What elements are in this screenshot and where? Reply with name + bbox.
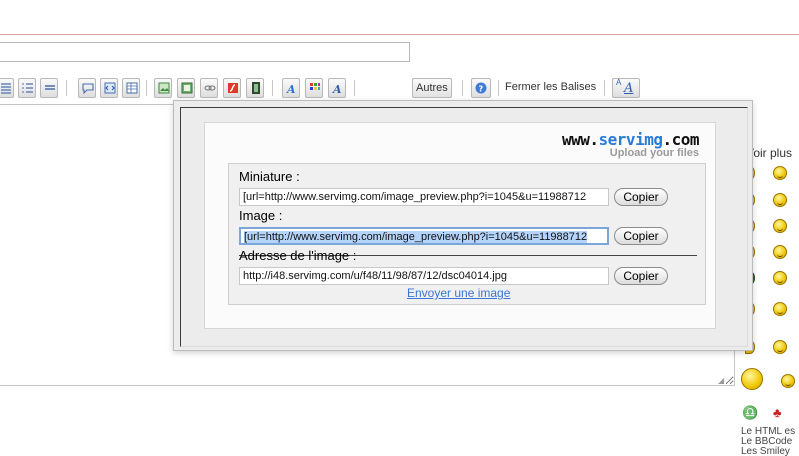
font-color-icon: A	[286, 83, 296, 94]
svg-text:?: ?	[479, 85, 484, 94]
insert-image-button[interactable]	[177, 78, 195, 98]
font-size-small-label: A	[616, 78, 622, 87]
toolbar-separator	[498, 80, 499, 96]
editor-toolbar: A A Autres ? Fermer les Balises A A	[0, 78, 660, 102]
upload-image-link[interactable]: Envoyer une image	[407, 286, 510, 300]
smiley-icon[interactable]	[741, 368, 763, 390]
toolbar-separator	[146, 80, 147, 96]
justify-icon	[1, 83, 11, 94]
link-icon	[204, 85, 216, 91]
close-tags-button[interactable]: Fermer les Balises	[505, 78, 596, 98]
image-upload-icon	[158, 82, 170, 94]
smiley-icon[interactable]	[781, 374, 795, 388]
autres-button[interactable]: Autres	[412, 78, 452, 98]
video-button[interactable]	[246, 78, 264, 98]
miniature-url-field[interactable]: [url=http://www.servimg.com/image_previe…	[239, 188, 609, 206]
font-style-icon: A	[332, 83, 342, 94]
image-url-field[interactable]: [url=http://www.servimg.com/image_previe…	[239, 227, 609, 245]
servimg-logo: www.servimg.com Upload your files	[562, 132, 699, 159]
image-address-label: Adresse de l'image :	[239, 248, 357, 263]
link-form: Miniature : [url=http://www.servimg.com/…	[228, 163, 706, 305]
color-palette-icon	[310, 83, 320, 90]
justify-button[interactable]	[0, 78, 14, 98]
popup-content: www.servimg.com Upload your files Miniat…	[204, 122, 716, 329]
font-size-large-label: A	[624, 81, 634, 96]
image-url-selection: [url=http://www.servimg.com/image_previe…	[244, 231, 588, 243]
toolbar-separator	[354, 80, 355, 96]
copy-miniature-button[interactable]: Copier	[614, 188, 668, 206]
smiley-icon[interactable]	[773, 219, 787, 233]
resize-grip-icon[interactable]: ◢	[718, 377, 724, 385]
smiley-icon[interactable]	[773, 271, 787, 285]
bbcode-note: Le HTML es Le BBCode Les Smiley	[741, 427, 795, 456]
toolbar-separator	[272, 80, 273, 96]
toolbar-separator	[66, 80, 67, 96]
table-icon	[126, 82, 138, 94]
flash-button[interactable]	[223, 78, 241, 98]
copy-address-button[interactable]: Copier	[614, 267, 668, 285]
toolbar-separator	[462, 80, 463, 96]
logo-prefix: www.	[562, 130, 599, 149]
link-button[interactable]	[200, 78, 218, 98]
logo-tagline: Upload your files	[609, 147, 699, 159]
image-icon	[181, 82, 193, 94]
miniature-label: Miniature :	[239, 169, 300, 184]
smiley-icon[interactable]	[773, 340, 787, 354]
subject-input[interactable]	[0, 42, 410, 62]
ghost-icon[interactable]: ♎	[742, 406, 758, 420]
numbered-list-icon	[22, 83, 33, 93]
film-icon	[252, 82, 260, 94]
table-button[interactable]	[122, 78, 140, 98]
font-size-button[interactable]: A A	[612, 78, 640, 98]
svg-text:A: A	[332, 83, 342, 94]
svg-text:A: A	[286, 83, 296, 94]
smiley-icon[interactable]	[773, 166, 787, 180]
horizontal-rule-icon	[45, 85, 55, 90]
top-divider	[0, 34, 799, 35]
code-button[interactable]	[100, 78, 118, 98]
help-button[interactable]: ?	[471, 78, 491, 98]
image-upload-button[interactable]	[154, 78, 172, 98]
quote-button[interactable]	[78, 78, 96, 98]
horizontal-rule-button[interactable]	[40, 78, 58, 98]
cherry-icon[interactable]: ♣	[773, 406, 782, 420]
image-address-field[interactable]: http://i48.servimg.com/u/f48/11/98/87/12…	[239, 267, 609, 285]
smiley-icon[interactable]	[773, 245, 787, 259]
smiley-icon[interactable]	[773, 193, 787, 207]
numbered-list-button[interactable]	[18, 78, 36, 98]
quote-bubble-icon	[82, 83, 94, 94]
font-style-button[interactable]: A	[328, 78, 346, 98]
toolbar-separator	[604, 80, 605, 96]
servimg-popup: www.servimg.com Upload your files Miniat…	[173, 100, 753, 351]
note-line: Les Smiley	[741, 446, 790, 456]
image-label: Image :	[239, 208, 283, 223]
copy-image-button[interactable]: Copier	[614, 227, 668, 245]
color-picker-button[interactable]	[305, 78, 323, 98]
smiley-icon[interactable]	[773, 302, 787, 316]
flash-icon	[228, 83, 238, 93]
code-icon	[104, 82, 116, 94]
popup-frame: www.servimg.com Upload your files Miniat…	[180, 107, 748, 347]
font-color-button[interactable]: A	[282, 78, 300, 98]
help-icon: ?	[475, 82, 487, 94]
